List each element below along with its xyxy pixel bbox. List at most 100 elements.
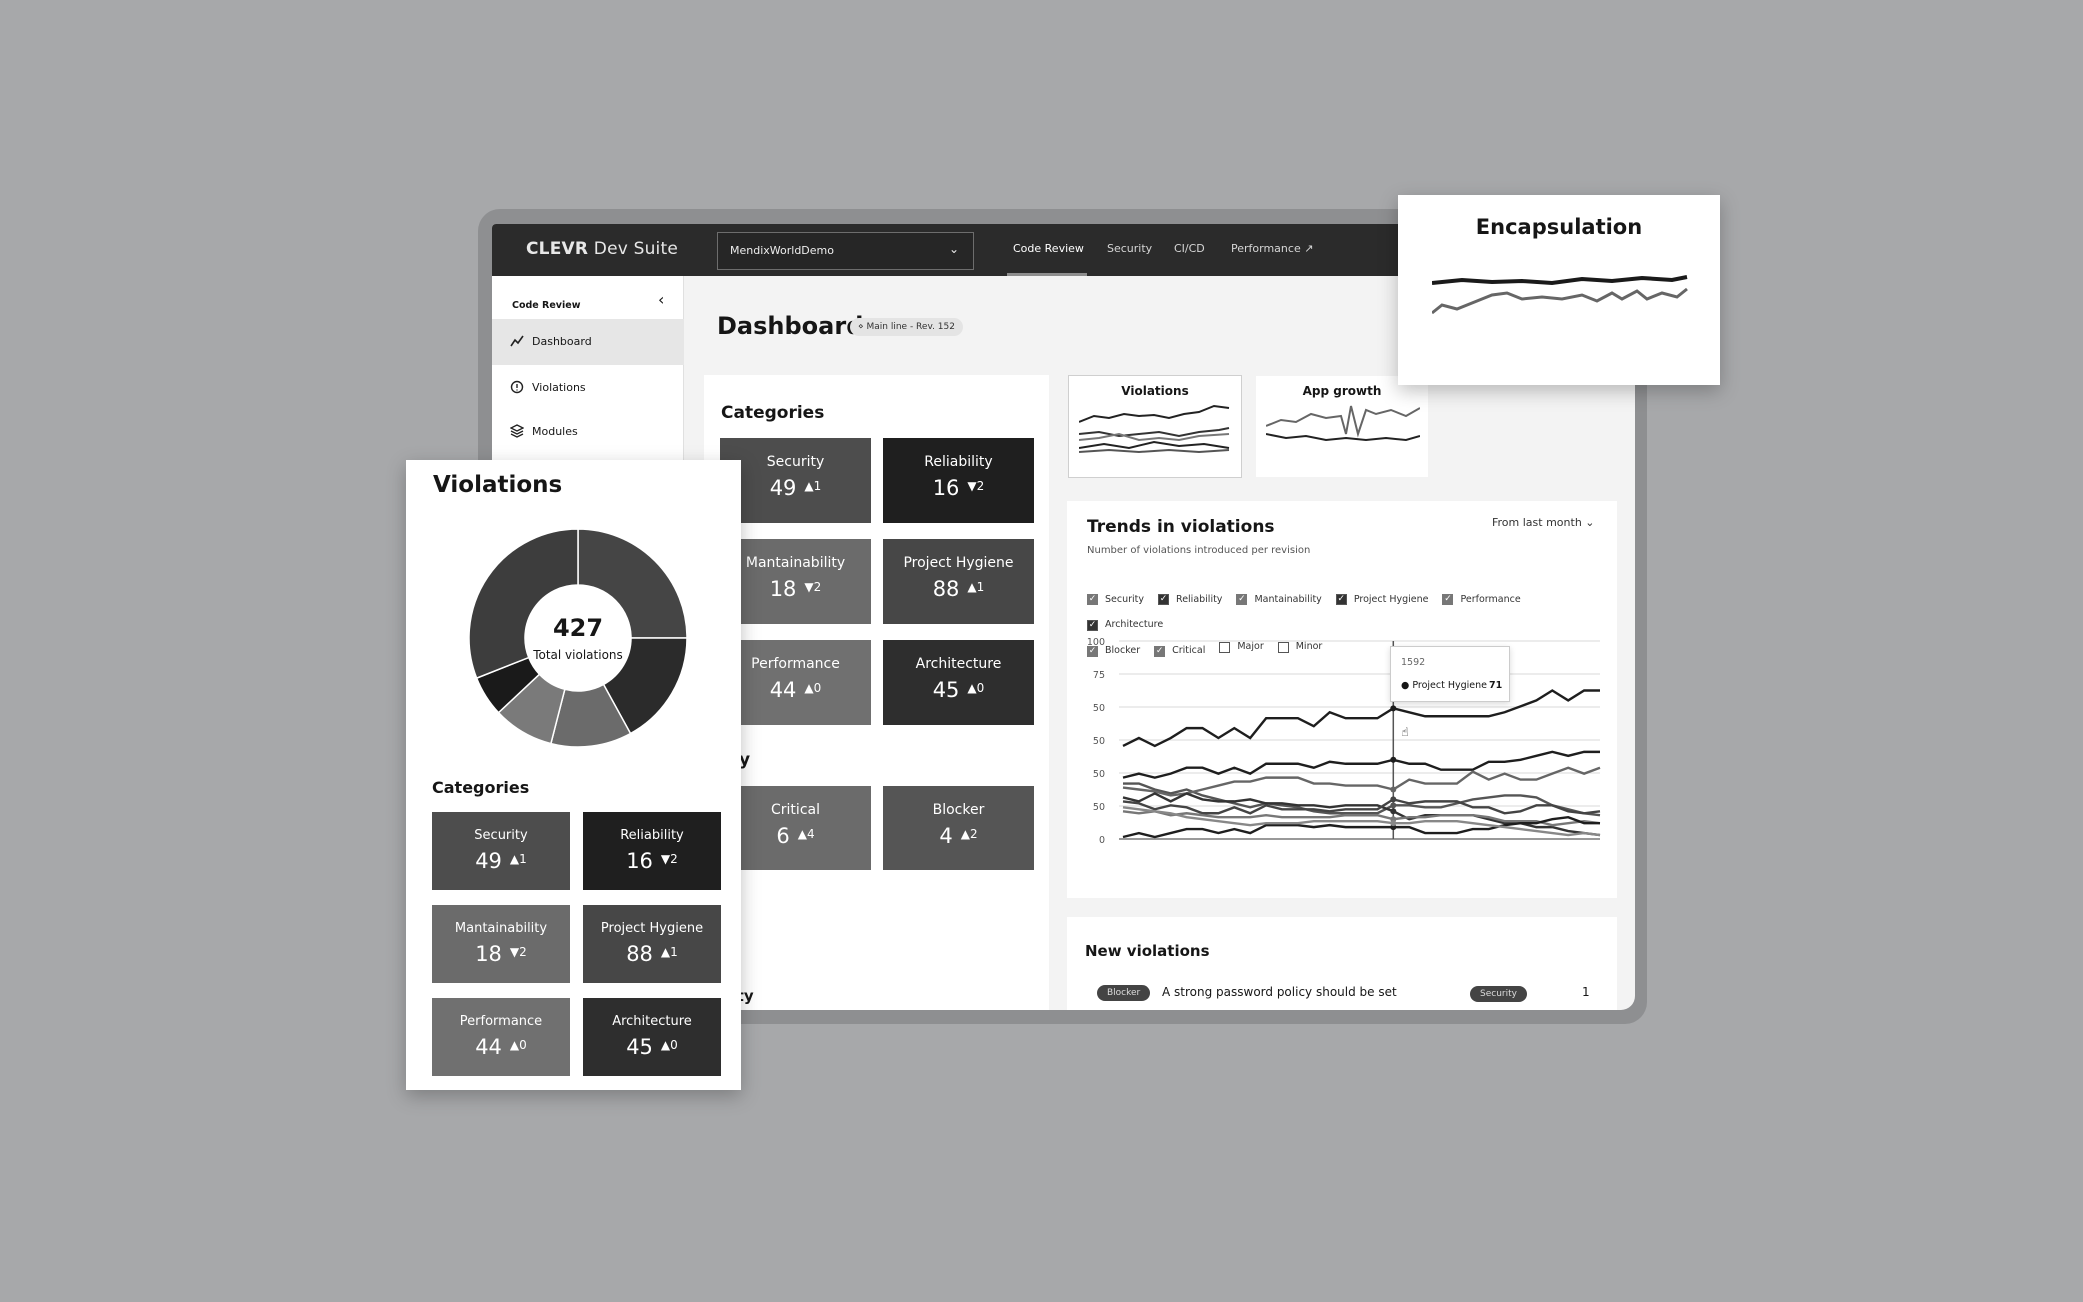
tile-value: 45 ▲0	[583, 1035, 721, 1059]
tile-count: 16	[626, 849, 653, 873]
trends-subtitle: Number of violations introduced per revi…	[1087, 545, 1311, 556]
category-tile-project-hygiene[interactable]: Project Hygiene 88 ▲1	[883, 539, 1034, 624]
new-violations-title: New violations	[1085, 942, 1210, 960]
tab-cicd[interactable]: CI/CD	[1174, 242, 1205, 255]
triangle-up-icon: ▲	[509, 852, 520, 866]
tile-value: 88 ▲1	[883, 577, 1034, 601]
violation-count: 1	[1582, 985, 1590, 999]
categories-title: Categories	[721, 403, 825, 423]
tile-delta: ▲1	[804, 479, 821, 493]
logo-suffix: Dev Suite	[593, 239, 679, 259]
category-tile-critical[interactable]: Critical 6 ▲4	[720, 786, 871, 870]
category-tile-mantainability[interactable]: Mantainability 18 ▼2	[720, 539, 871, 624]
tile-count: 45	[932, 678, 960, 702]
tile-delta: ▲1	[967, 580, 984, 594]
branch-icon: ⋄	[858, 322, 867, 332]
sidebar-item-label: Modules	[532, 425, 578, 438]
category-tile-architecture[interactable]: Architecture 45 ▲0	[583, 998, 721, 1076]
hover-point	[1390, 756, 1397, 763]
tile-label: Reliability	[924, 454, 993, 470]
mini-card-title: Violations	[1121, 384, 1189, 398]
project-dropdown[interactable]: MendixWorldDemo ⌄	[717, 232, 974, 270]
tile-delta: ▼2	[967, 479, 984, 493]
app-growth-mini-card[interactable]: App growth	[1255, 375, 1429, 478]
triangle-down-icon: ▼	[660, 852, 671, 866]
line-chart-icon	[510, 335, 524, 347]
filter-checkbox-security[interactable]: ✓ Security	[1087, 589, 1144, 611]
hand-cursor-icon: ☝	[1401, 725, 1408, 739]
tile-label: Blocker	[932, 802, 985, 818]
triangle-up-icon: ▲	[660, 1038, 671, 1052]
filter-checkbox-project-hygiene[interactable]: ✓ Project Hygiene	[1335, 589, 1429, 611]
series-line-0[interactable]	[1122, 689, 1600, 748]
triangle-up-icon: ▲	[967, 681, 977, 695]
tooltip-series: ● Project Hygiene	[1401, 680, 1487, 691]
tile-count: 88	[932, 577, 960, 601]
category-tile-security[interactable]: Security 49 ▲1	[432, 812, 570, 890]
category-tile-reliability[interactable]: Reliability 16 ▼2	[883, 438, 1034, 523]
categories-panel: Categories Security 49 ▲1 Reliability 16 ▼2 Ma…	[694, 375, 1049, 1010]
y-tick-label: 50	[1093, 769, 1105, 780]
encapsulation-card[interactable]: Encapsulation	[1398, 195, 1720, 385]
filter-checkbox-reliability[interactable]: ✓ Reliability	[1158, 589, 1222, 611]
range-label: From last month	[1492, 516, 1582, 529]
category-tile-reliability[interactable]: Reliability 16 ▼2	[583, 812, 721, 890]
external-link-icon: ↗	[1304, 242, 1314, 255]
category-tile-project-hygiene[interactable]: Project Hygiene 88 ▲1	[583, 905, 721, 983]
severity-pill: Blocker	[1097, 985, 1151, 1001]
tile-delta-value: 1	[813, 479, 822, 493]
sidebar-item-label: Dashboard	[532, 335, 592, 348]
violations-mini-card[interactable]: Violations	[1068, 375, 1242, 478]
filter-label: Project Hygiene	[1353, 593, 1429, 605]
tile-count: 45	[626, 1035, 653, 1059]
tile-count: 18	[769, 577, 797, 601]
trends-panel: Trends in violations Number of violation…	[1067, 501, 1617, 898]
range-dropdown[interactable]: From last month ⌄	[1492, 516, 1595, 529]
encapsulation-title: Encapsulation	[1475, 215, 1643, 239]
revision-badge[interactable]: ⋄ Main line - Rev. 152	[850, 318, 963, 336]
category-tile-security[interactable]: Security 49 ▲1	[720, 438, 871, 523]
sidebar-item-violations[interactable]: Violations	[492, 365, 684, 411]
tab-code-review[interactable]: Code Review	[1013, 242, 1084, 255]
tile-label: Architecture	[612, 1014, 692, 1029]
encapsulation-sparkline	[1432, 275, 1688, 315]
checkbox-icon: ✓	[1335, 594, 1347, 605]
card-categories-title: Categories	[432, 778, 530, 797]
violation-row[interactable]: Blocker A strong password policy should …	[1097, 985, 1597, 1005]
sidebar-item-dashboard[interactable]: Dashboard	[492, 319, 684, 365]
category-tile-architecture[interactable]: Architecture 45 ▲0	[883, 640, 1034, 725]
collapse-sidebar-button[interactable]: ‹	[658, 290, 664, 309]
violations-card-title: Violations	[433, 472, 563, 498]
sidebar-item-modules[interactable]: Modules	[492, 409, 684, 455]
revision-label: Main line - Rev. 152	[866, 322, 955, 332]
series-line-3[interactable]	[1122, 766, 1601, 797]
y-tick-label: 50	[1093, 802, 1105, 813]
category-tile-blocker[interactable]: Blocker 4 ▲2	[883, 786, 1034, 870]
series-line-1[interactable]	[1122, 750, 1600, 779]
triangle-up-icon: ▲	[804, 681, 814, 695]
checkbox-icon: ✓	[1158, 594, 1170, 605]
hover-point	[1390, 820, 1397, 827]
filter-label: Security	[1105, 593, 1145, 605]
tile-label: Reliability	[620, 828, 684, 843]
tab-security[interactable]: Security	[1107, 242, 1152, 255]
tile-delta: ▲1	[510, 852, 527, 866]
category-tile-mantainability[interactable]: Mantainability 18 ▼2	[432, 905, 570, 983]
category-tile-performance[interactable]: Performance 44 ▲0	[720, 640, 871, 725]
trends-line-chart[interactable]: 1007550505050075410731437174118121831184…	[1067, 626, 1617, 856]
logo[interactable]: CLEVR Dev Suite	[526, 239, 678, 259]
filter-label: Mantainability	[1254, 593, 1322, 605]
violations-card: Violations 427 Total violations Categori…	[406, 460, 741, 1090]
tab-performance-label: Performance	[1231, 242, 1301, 255]
tile-delta-value: 4	[806, 827, 815, 841]
filter-checkbox-performance[interactable]: ✓ Performance	[1442, 589, 1521, 611]
alert-circle-icon	[510, 380, 524, 394]
tile-delta: ▲4	[798, 827, 815, 841]
category-pill: Security	[1470, 986, 1527, 1002]
tile-count: 44	[475, 1035, 502, 1059]
filter-checkbox-mantainability[interactable]: ✓ Mantainability	[1236, 589, 1322, 611]
tab-performance[interactable]: Performance ↗	[1231, 242, 1313, 255]
sparkline-0	[1432, 275, 1688, 286]
category-tile-performance[interactable]: Performance 44 ▲0	[432, 998, 570, 1076]
tile-label: Project Hygiene	[903, 555, 1014, 571]
